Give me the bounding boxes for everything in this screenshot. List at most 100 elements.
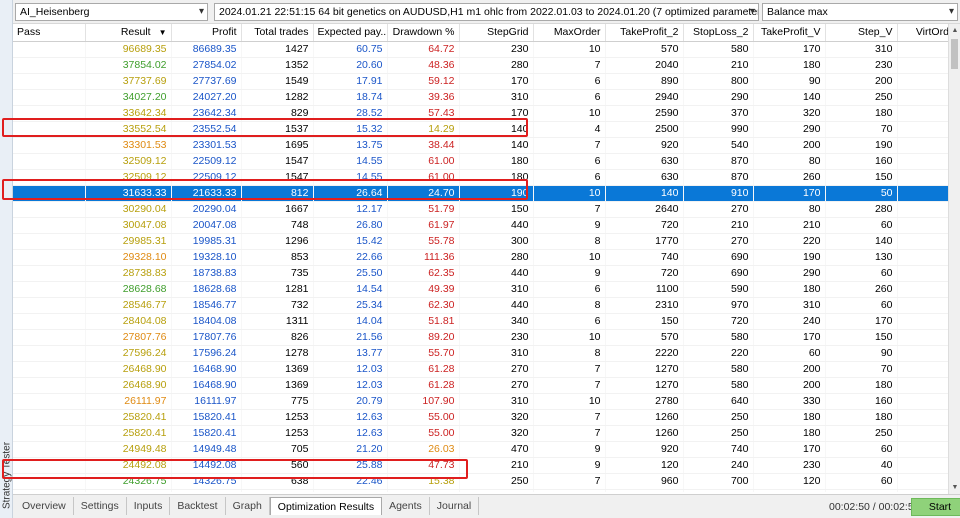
cell-drawdown: 64.72 [387, 41, 460, 58]
cell-takeprofit-2: 120 [605, 457, 684, 474]
column-header-total-trades[interactable]: Total trades [241, 24, 314, 42]
cell-profit: 22509.12 [171, 153, 242, 170]
cell-result: 24492.08 [85, 457, 172, 474]
table-row[interactable]: 27807.76 17807.76 826 21.56 89.20 230 10 570 580… [13, 329, 948, 346]
cell-takeprofit-v: 170 [753, 441, 826, 458]
cell-stepgrid: 270 [459, 377, 534, 394]
column-header-stoploss-2[interactable]: StopLoss_2 [683, 24, 754, 42]
table-row[interactable]: 30047.08 20047.08 748 26.80 61.97 440 9 720 210 2… [13, 217, 948, 234]
cell-profit: 21633.33 [171, 185, 242, 202]
table-row[interactable]: 24492.08 14492.08 560 25.88 47.73 210 9 120 240 2… [13, 457, 948, 474]
results-table: Pass Result ▼ Profit Total trades Expecte… [13, 24, 948, 492]
table-row[interactable]: 37854.02 27854.02 1352 20.60 48.36 280 7 2040 21… [13, 57, 948, 74]
cell-maxorder: 7 [533, 409, 606, 426]
tab-optimization-results[interactable]: Optimization Results [269, 497, 383, 515]
expert-select[interactable]: AI_Heisenberg ▾ [15, 3, 208, 21]
cell-stepgrid: 300 [459, 233, 534, 250]
table-row[interactable]: 32509.12 22509.12 1547 14.55 61.00 180 6 630 870… [13, 169, 948, 186]
table-row[interactable]: 25820.41 15820.41 1253 12.63 55.00 320 7 1260 25… [13, 425, 948, 442]
table-row[interactable]: 24326.75 14326.75 638 22.46 15.38 250 7 960 700 1… [13, 473, 948, 490]
table-row[interactable]: 37737.69 27737.69 1549 17.91 59.12 170 6 890 800… [13, 73, 948, 90]
table-row[interactable]: 34027.20 24027.20 1282 18.74 39.36 310 6 2940 29… [13, 89, 948, 106]
table-row[interactable]: 33552.54 23552.54 1537 15.32 14.29 140 4 2500 99… [13, 121, 948, 138]
table-row[interactable]: 25820.41 15820.41 1253 12.63 55.00 320 7 1260 25… [13, 409, 948, 426]
cell-expected-payoff: 14.55 [313, 169, 388, 186]
cell-total-trades: 812 [241, 185, 314, 202]
column-header-maxorder[interactable]: MaxOrder [533, 24, 606, 42]
cell-stoploss-2: 270 [683, 233, 754, 250]
strategy-tester-side-panel[interactable]: Strategy Tester [0, 0, 13, 518]
scroll-up-arrow-icon[interactable]: ▲ [949, 24, 960, 37]
table-row[interactable]: 26111.97 16111.97 775 20.79 107.90 310 10 2780 6… [13, 393, 948, 410]
column-header-takeprofit-v[interactable]: TakeProfit_V [753, 24, 826, 42]
cell-maxorder: 10 [533, 105, 606, 122]
cell-takeprofit-2: 1270 [605, 361, 684, 378]
table-row[interactable]: 96689.35 86689.35 1427 60.75 64.72 230 10 570 58… [13, 41, 948, 58]
table-row[interactable]: 28738.83 18738.83 735 25.50 62.35 440 9 720 690 2… [13, 265, 948, 282]
cell-profit: 23552.54 [171, 121, 242, 138]
table-row[interactable]: 33301.53 23301.53 1695 13.75 38.44 140 7 920 540… [13, 137, 948, 154]
cell-stoploss-2: 580 [683, 329, 754, 346]
table-row[interactable]: 30290.04 20290.04 1667 12.17 51.79 150 7 2640 27… [13, 201, 948, 218]
cell-maxorder: 10 [533, 393, 606, 410]
vertical-scrollbar[interactable]: ▲ ▼ [948, 24, 960, 494]
table-row[interactable]: 28546.77 18546.77 732 25.34 62.30 440 8 2310 970… [13, 297, 948, 314]
cell-step-v: 190 [825, 137, 898, 154]
tab-settings[interactable]: Settings [74, 497, 127, 515]
tab-agents[interactable]: Agents [382, 497, 430, 515]
table-row[interactable]: 23829.1013829.1014349.6433.7627071060550… [13, 489, 948, 492]
optimization-settings-select[interactable]: 2024.01.21 22:51:15 64 bit genetics on A… [214, 3, 759, 21]
cell-profit: 20290.04 [171, 201, 242, 218]
criterion-select[interactable]: Balance max ▾ [762, 3, 958, 21]
tab-graph[interactable]: Graph [226, 497, 270, 515]
table-row[interactable]: 26468.90 16468.90 1369 12.03 61.28 270 7 1270 58… [13, 361, 948, 378]
cell-stoploss-2: 720 [683, 313, 754, 330]
cell-stoploss-2: 970 [683, 297, 754, 314]
column-header-pass[interactable]: Pass [13, 24, 86, 42]
table-row[interactable]: 33642.34 23642.34 829 28.52 57.43 170 10 2590 37… [13, 105, 948, 122]
cell-step-v: 180 [825, 377, 898, 394]
column-header-stepgrid[interactable]: StepGrid [459, 24, 534, 42]
cell-profit: 86689.35 [171, 41, 242, 58]
table-row[interactable]: 26468.90 16468.90 1369 12.03 61.28 270 7 1270 58… [13, 377, 948, 394]
table-row[interactable]: 29985.31 19985.31 1296 15.42 55.78 300 8 1770 27… [13, 233, 948, 250]
chevron-down-icon: ▾ [948, 6, 954, 17]
table-row[interactable]: 32509.12 22509.12 1547 14.55 61.00 180 6 630 870… [13, 153, 948, 170]
cell-maxorder: 9 [533, 441, 606, 458]
cell-drawdown: 55.78 [387, 233, 460, 250]
table-row[interactable]: 29328.10 19328.10 853 22.66 111.36 280 10 740 69… [13, 249, 948, 266]
column-header-profit[interactable]: Profit [171, 24, 242, 42]
scroll-down-arrow-icon[interactable]: ▼ [949, 481, 960, 494]
cell-takeprofit-2: 1100 [605, 281, 684, 298]
column-header-virtorders[interactable]: VirtOrders [897, 24, 948, 42]
tab-inputs[interactable]: Inputs [127, 497, 171, 515]
cell-total-trades: 1667 [241, 201, 314, 218]
table-row[interactable]: 28628.68 18628.68 1281 14.54 49.39 310 6 1100 59… [13, 281, 948, 298]
tab-journal[interactable]: Journal [430, 497, 480, 515]
cell-profit: 24027.20 [171, 89, 242, 106]
column-header-drawdown[interactable]: Drawdown % [387, 24, 460, 42]
cell-maxorder: 9 [533, 265, 606, 282]
table-row[interactable]: 28404.08 18404.08 1311 14.04 51.81 340 6 150 720… [13, 313, 948, 330]
start-button[interactable]: Start [911, 498, 960, 516]
column-header-result[interactable]: Result ▼ [85, 24, 172, 42]
column-header-step-v[interactable]: Step_V [825, 24, 898, 42]
cell-virtorders: 0 [897, 281, 948, 298]
cell-stoploss-2: 270 [683, 201, 754, 218]
cell-drawdown: 61.00 [387, 153, 460, 170]
tab-overview[interactable]: Overview [15, 497, 74, 515]
table-row[interactable]: 27596.24 17596.24 1278 13.77 55.70 310 8 2220 22… [13, 345, 948, 362]
cell-stepgrid: 180 [459, 153, 534, 170]
table-row[interactable]: 31633.33 21633.33 812 26.64 24.70 190 10 140 910… [13, 185, 948, 202]
column-header-expected-payoff[interactable]: Expected pay... [313, 24, 388, 42]
column-header-takeprofit-2[interactable]: TakeProfit_2 [605, 24, 684, 42]
table-row[interactable]: 24949.48 14949.48 705 21.20 26.03 470 9 920 740 1… [13, 441, 948, 458]
cell-pass [13, 425, 86, 442]
tab-backtest[interactable]: Backtest [170, 497, 226, 515]
scrollbar-thumb[interactable] [951, 39, 958, 69]
cell-step-v: 160 [825, 393, 898, 410]
cell-total-trades: 1296 [241, 233, 314, 250]
cell-step-v: 200 [825, 73, 898, 90]
cell-profit: 23642.34 [171, 105, 242, 122]
cell-takeprofit-v: 290 [753, 121, 826, 138]
